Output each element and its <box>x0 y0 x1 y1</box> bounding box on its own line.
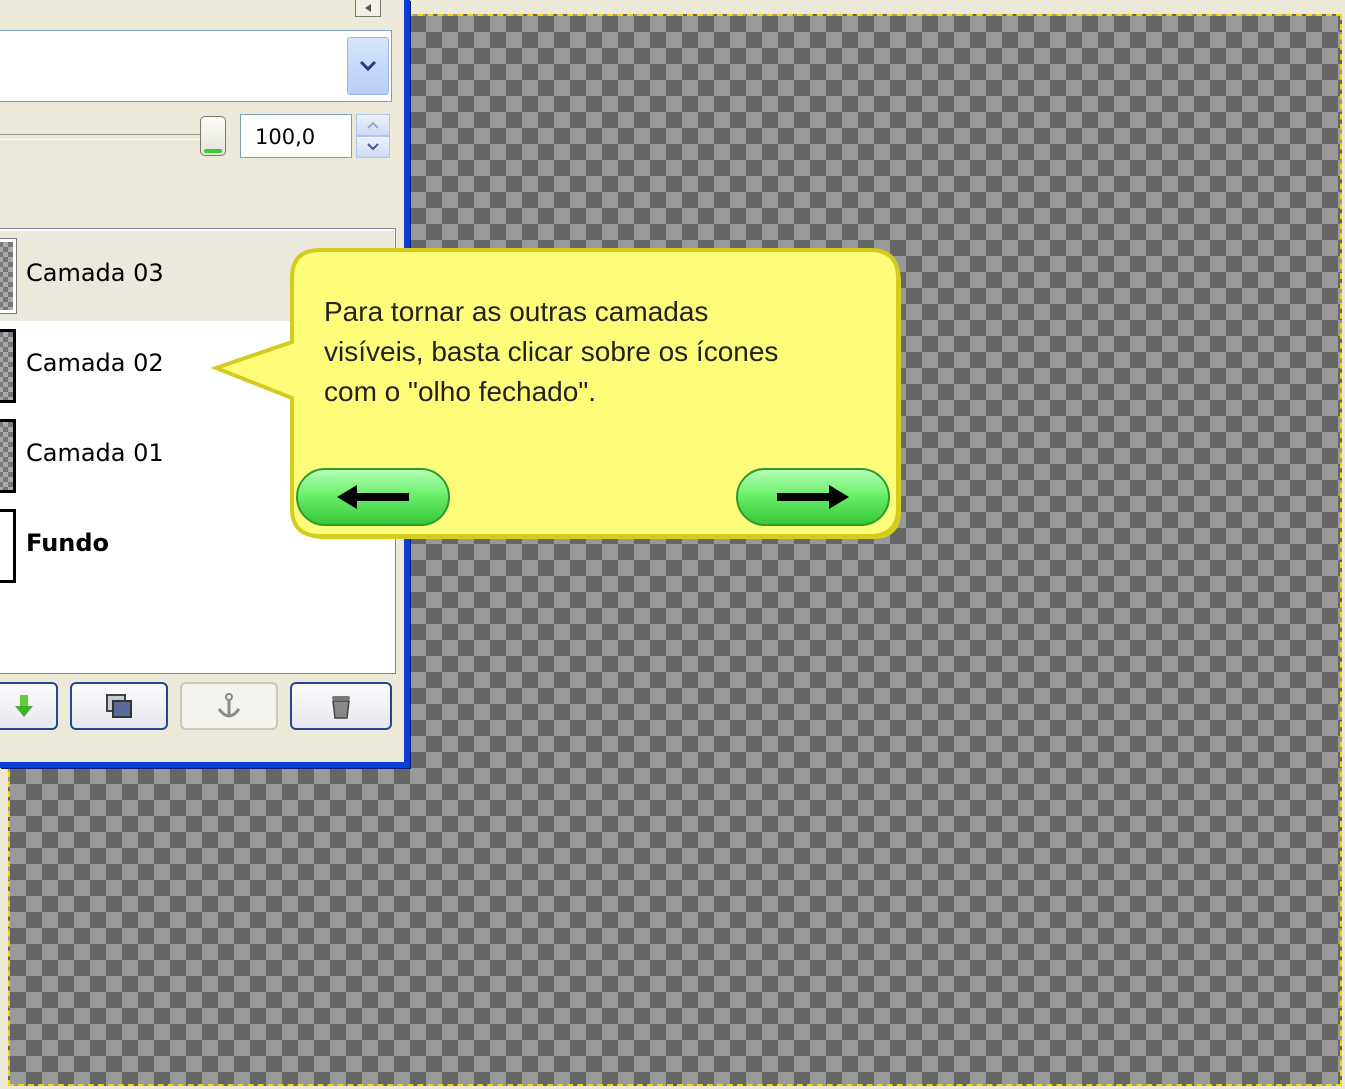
opacity-spinner[interactable] <box>356 114 390 158</box>
previous-button[interactable] <box>296 468 450 526</box>
trash-icon <box>332 696 350 719</box>
layer-thumbnail <box>0 419 16 493</box>
tutorial-callout: Para tornar as outras camadas visíveis, … <box>210 240 910 550</box>
layer-thumbnail <box>0 238 17 314</box>
layer-name: Camada 03 <box>26 259 164 287</box>
next-button[interactable] <box>736 468 890 526</box>
opacity-input[interactable]: 100,0 <box>240 114 352 158</box>
layer-mode-combo[interactable] <box>0 30 392 102</box>
lower-layer-button[interactable] <box>0 682 58 730</box>
callout-text: Para tornar as outras camadas visíveis, … <box>324 296 779 407</box>
layer-thumbnail <box>0 509 16 583</box>
lower-layer-icon <box>15 695 33 717</box>
layer-name: Fundo <box>26 529 110 557</box>
chevron-up-icon <box>367 121 379 129</box>
chevron-down-icon <box>359 60 377 72</box>
chevron-down-icon <box>367 143 379 151</box>
combo-dropdown-button[interactable] <box>347 37 389 95</box>
layer-thumbnail <box>0 329 16 403</box>
delete-layer-button[interactable] <box>290 682 392 730</box>
layer-name: Camada 01 <box>26 439 164 467</box>
opacity-slider-thumb[interactable] <box>200 116 226 156</box>
triangle-left-icon <box>365 4 371 12</box>
opacity-control: 100,0 <box>0 108 396 166</box>
arrow-left-icon <box>337 485 409 509</box>
layer-name: Camada 02 <box>26 349 164 377</box>
opacity-slider-track[interactable] <box>0 134 208 140</box>
duplicate-layer-icon <box>106 694 132 718</box>
anchor-layer-icon <box>217 693 241 718</box>
tab-menu-button[interactable] <box>355 0 381 17</box>
anchor-layer-button[interactable] <box>180 682 278 730</box>
spin-up-button[interactable] <box>356 114 390 136</box>
duplicate-layer-button[interactable] <box>70 682 168 730</box>
arrow-right-icon <box>777 485 849 509</box>
spin-down-button[interactable] <box>356 136 390 158</box>
